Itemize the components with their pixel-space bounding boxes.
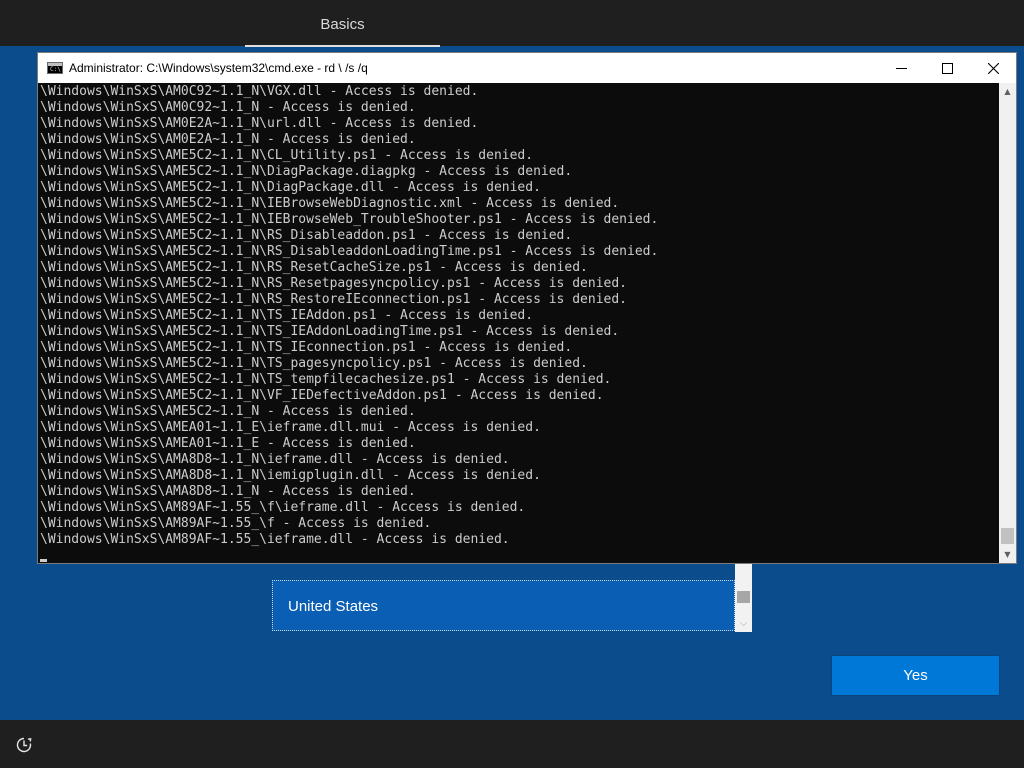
- cmd-title: Administrator: C:\Windows\system32\cmd.e…: [69, 61, 368, 75]
- close-icon: [987, 62, 999, 74]
- ease-of-access-icon[interactable]: [15, 736, 33, 754]
- yes-button[interactable]: Yes: [832, 656, 999, 695]
- console-line: \Windows\WinSxS\AME5C2~1.1_N\IEBrowseWeb…: [40, 196, 620, 211]
- console-line: \Windows\WinSxS\AME5C2~1.1_N\TS_IEconnec…: [40, 340, 573, 355]
- cmd-titlebar[interactable]: C:\ Administrator: C:\Windows\system32\c…: [38, 53, 1016, 83]
- console-line: \Windows\WinSxS\AMEA01~1.1_E\ieframe.dll…: [40, 420, 541, 435]
- console-line: \Windows\WinSxS\AME5C2~1.1_N\DiagPackage…: [40, 164, 573, 179]
- console-line: \Windows\WinSxS\AME5C2~1.1_N\TS_pagesync…: [40, 356, 588, 371]
- cmd-window[interactable]: C:\ Administrator: C:\Windows\system32\c…: [38, 53, 1016, 563]
- console-line: \Windows\WinSxS\AM89AF~1.55_\ieframe.dll…: [40, 532, 510, 547]
- close-button[interactable]: [970, 53, 1016, 83]
- maximize-icon: [941, 62, 953, 74]
- scroll-down-arrow-icon[interactable]: ▼: [999, 546, 1016, 563]
- console-line: \Windows\WinSxS\AMA8D8~1.1_N\ieframe.dll…: [40, 452, 510, 467]
- oobe-header: Basics: [0, 0, 1024, 47]
- console-line: \Windows\WinSxS\AME5C2~1.1_N\RS_Disablea…: [40, 228, 573, 243]
- console-line: \Windows\WinSxS\AM0E2A~1.1_N\url.dll - A…: [40, 116, 479, 131]
- cmd-console-output[interactable]: \Windows\WinSxS\AM0C92~1.1_N\VGX.dll - A…: [38, 83, 999, 563]
- console-line: \Windows\WinSxS\AME5C2~1.1_N\RS_ResetCac…: [40, 260, 588, 275]
- console-line: \Windows\WinSxS\AME5C2~1.1_N\RS_RestoreI…: [40, 292, 627, 307]
- console-line: \Windows\WinSxS\AM0E2A~1.1_N - Access is…: [40, 132, 416, 147]
- console-line: \Windows\WinSxS\AME5C2~1.1_N\TS_IEAddon.…: [40, 308, 534, 323]
- console-line: \Windows\WinSxS\AMA8D8~1.1_N\iemigplugin…: [40, 468, 541, 483]
- scroll-up-arrow-icon[interactable]: ▲: [999, 83, 1016, 100]
- console-line: \Windows\WinSxS\AME5C2~1.1_N - Access is…: [40, 404, 416, 419]
- text-cursor: [40, 559, 47, 562]
- console-line: \Windows\WinSxS\AME5C2~1.1_N\CL_Utility.…: [40, 148, 534, 163]
- cmd-scrollbar[interactable]: ▲ ▼: [999, 83, 1016, 563]
- maximize-button[interactable]: [924, 53, 970, 83]
- console-line: \Windows\WinSxS\AMA8D8~1.1_N - Access is…: [40, 484, 416, 499]
- cmd-scroll-thumb[interactable]: [1001, 528, 1014, 544]
- console-line: \Windows\WinSxS\AME5C2~1.1_N\TS_tempfile…: [40, 372, 612, 387]
- console-line: \Windows\WinSxS\AME5C2~1.1_N\RS_Resetpag…: [40, 276, 627, 291]
- console-line: \Windows\WinSxS\AME5C2~1.1_N\DiagPackage…: [40, 180, 541, 195]
- region-list-scrollbar[interactable]: ⌵: [735, 563, 752, 632]
- console-line: \Windows\WinSxS\AM0C92~1.1_N - Access is…: [40, 100, 416, 115]
- minimize-button[interactable]: [878, 53, 924, 83]
- console-line: \Windows\WinSxS\AME5C2~1.1_N\VF_IEDefect…: [40, 388, 604, 403]
- console-line: \Windows\WinSxS\AME5C2~1.1_N\IEBrowseWeb…: [40, 212, 659, 227]
- command-prompt-icon: C:\: [47, 62, 63, 74]
- minimize-icon: [895, 67, 907, 69]
- console-line: \Windows\WinSxS\AME5C2~1.1_N\TS_IEAddonL…: [40, 324, 620, 339]
- tab-active-indicator: [245, 45, 440, 47]
- region-scroll-thumb[interactable]: [737, 591, 750, 603]
- console-line: \Windows\WinSxS\AM89AF~1.55_\f - Access …: [40, 516, 432, 531]
- console-line: \Windows\WinSxS\AME5C2~1.1_N\RS_Disablea…: [40, 244, 659, 259]
- tab-basics[interactable]: Basics: [245, 0, 440, 46]
- scroll-down-arrow-icon[interactable]: ⌵: [735, 618, 752, 630]
- console-lines: \Windows\WinSxS\AM0C92~1.1_N\VGX.dll - A…: [40, 84, 658, 548]
- console-line: \Windows\WinSxS\AMEA01~1.1_E - Access is…: [40, 436, 416, 451]
- console-line: \Windows\WinSxS\AM89AF~1.55_\f\ieframe.d…: [40, 500, 526, 515]
- region-list[interactable]: United States: [272, 580, 735, 631]
- region-item-selected[interactable]: United States: [288, 581, 378, 632]
- console-line: \Windows\WinSxS\AM0C92~1.1_N\VGX.dll - A…: [40, 84, 479, 99]
- oobe-footer: [0, 720, 1024, 768]
